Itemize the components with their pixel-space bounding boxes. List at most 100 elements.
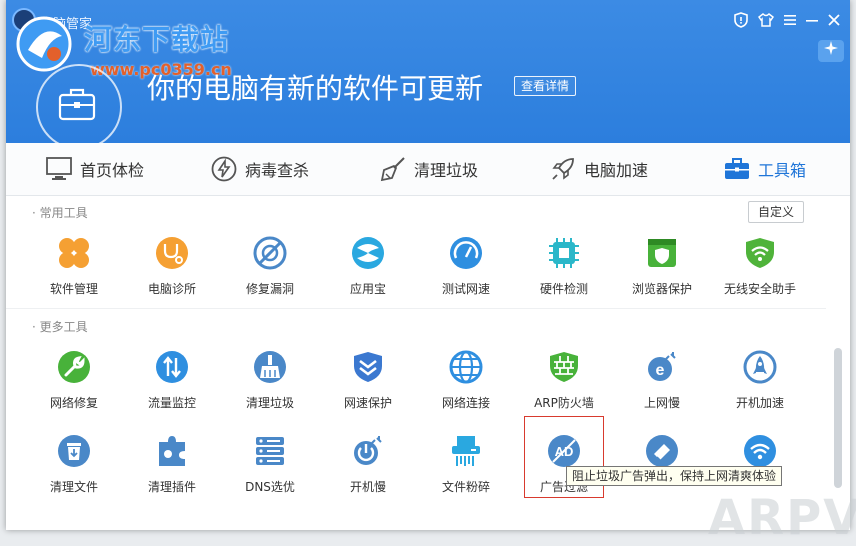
watermark-corner: ARPVI [708,490,856,546]
toolbox-icon [58,88,96,121]
tool-label: 测试网速 [441,282,490,296]
header-banner: 电脑管家 河东下载站 www.pc0359.cn 你的电脑有新的软件可更新 查看… [6,0,850,150]
lightning-icon [211,156,237,182]
section-divider [6,308,826,309]
tool-net-speed-protect[interactable]: 网速保护 [319,350,417,426]
tool-label: ARP防火墙 [534,396,594,410]
tooltip: 阻止垃圾广告弹出，保持上网清爽体验 [566,466,783,486]
tool-dns-optimize[interactable]: DNS选优 [221,434,319,510]
tool-label: 硬件检测 [539,282,588,296]
slow-browser-icon: e [648,352,676,381]
tool-clean-plugins[interactable]: 清理插件 [123,434,221,510]
appstore-icon [352,237,384,269]
nav-toolbox[interactable]: 工具箱 [724,155,806,183]
dns-server-icon [256,437,284,465]
banner-message: 你的电脑有新的软件可更新 [147,72,484,105]
nav-label: 清理垃圾 [414,161,479,180]
tool-label: 无线安全助手 [723,282,796,296]
tool-slow-browsing[interactable]: e 上网慢 [613,350,711,426]
tool-software-manager[interactable]: 软件管理 [25,236,123,312]
toolbox-icon [725,158,749,179]
tool-network-repair[interactable]: 网络修复 [25,350,123,426]
tool-label: 修复漏洞 [245,282,294,296]
sparkle-button[interactable] [818,40,844,62]
nav-virus-scan[interactable]: 病毒查杀 [211,155,309,183]
tool-label: 开机加速 [735,396,784,410]
rocket-icon [743,350,777,384]
menu-icon[interactable] [781,12,799,30]
nav-clean-junk[interactable]: 清理垃圾 [380,155,478,183]
speedometer-icon [450,237,482,269]
nav-home-check[interactable]: 首页体检 [46,155,144,183]
firewall-icon [550,352,578,382]
tool-label: 电脑诊所 [147,282,196,296]
tool-label: 流量监控 [147,396,196,410]
close-icon[interactable] [825,12,843,30]
main-nav: 首页体检 病毒查杀 清理垃圾 电脑加速 工具箱 [6,143,850,196]
nav-label: 工具箱 [758,161,807,180]
tool-file-shredder[interactable]: 文件粉碎 [417,434,515,510]
tool-label: 文件粉碎 [441,480,490,494]
tool-label: 浏览器保护 [631,282,692,296]
nav-speed-up[interactable]: 电脑加速 [550,155,648,183]
tool-browser-protection[interactable]: 浏览器保护 [613,236,711,312]
tool-label: DNS选优 [245,480,295,494]
tool-arp-firewall[interactable]: ARP防火墙 [515,350,613,426]
view-details-button[interactable]: 查看详情 [514,76,577,96]
stethoscope-icon [156,237,188,269]
broom-icon [380,157,405,182]
broom-icon [254,351,286,383]
tool-label: 清理插件 [147,480,196,494]
tool-hardware-check[interactable]: 硬件检测 [515,236,613,312]
skin-icon[interactable] [757,12,775,30]
tool-label: 软件管理 [49,282,98,296]
scrollbar-thumb[interactable] [834,348,842,488]
browser-shield-icon [648,239,676,267]
tool-wifi-security[interactable]: 无线安全助手 [711,236,809,312]
tool-fix-vulnerabilities[interactable]: 修复漏洞 [221,236,319,312]
globe-icon [449,350,483,384]
sparkle-icon [824,41,838,55]
section-title-more: · 更多工具 [32,320,88,334]
tool-label: 网络连接 [441,396,490,410]
nav-label: 电脑加速 [584,161,649,180]
watermark-site: 河东下载站 [84,23,230,56]
customize-button[interactable]: 自定义 [748,201,804,223]
tool-label: 清理垃圾 [245,396,294,410]
trash-icon [58,435,90,467]
tool-pc-clinic[interactable]: 电脑诊所 [123,236,221,312]
tool-label: 上网慢 [643,396,680,410]
tool-network-connect[interactable]: 网络连接 [417,350,515,426]
tool-clean-junk[interactable]: 清理垃圾 [221,350,319,426]
tool-label: 网速保护 [343,396,392,410]
nav-label: 病毒查杀 [245,161,310,180]
power-slow-icon [354,436,382,465]
shredder-icon [452,436,480,466]
tool-label: 开机慢 [349,480,386,494]
tool-traffic-monitor[interactable]: 流量监控 [123,350,221,426]
main-window: 电脑管家 河东下载站 www.pc0359.cn 你的电脑有新的软件可更新 查看… [6,0,850,530]
minimize-icon[interactable] [803,12,821,30]
section-title-common: · 常用工具 [32,206,88,220]
eraser-icon [646,435,678,467]
puzzle-icon [159,436,185,466]
wifi-icon [744,435,776,467]
updown-arrows-icon [156,351,188,383]
tool-boot-speedup[interactable]: 开机加速 [711,350,809,426]
tool-app-store[interactable]: 应用宝 [319,236,417,312]
wifi-shield-icon [746,238,774,268]
wrench-icon [58,351,90,383]
tool-speed-test[interactable]: 测试网速 [417,236,515,312]
monitor-icon [46,157,72,180]
shield-chevron-icon [354,352,382,382]
tool-label: 清理文件 [49,480,98,494]
shield-icon[interactable] [732,12,750,30]
svg-text:e: e [656,362,665,379]
tool-label: 应用宝 [349,282,386,296]
tool-label: 网络修复 [49,396,98,410]
tool-slow-boot[interactable]: 开机慢 [319,434,417,510]
rocket-icon [552,158,574,180]
tool-clean-files[interactable]: 清理文件 [25,434,123,510]
chip-icon [549,238,579,268]
patch-icon [253,236,287,270]
